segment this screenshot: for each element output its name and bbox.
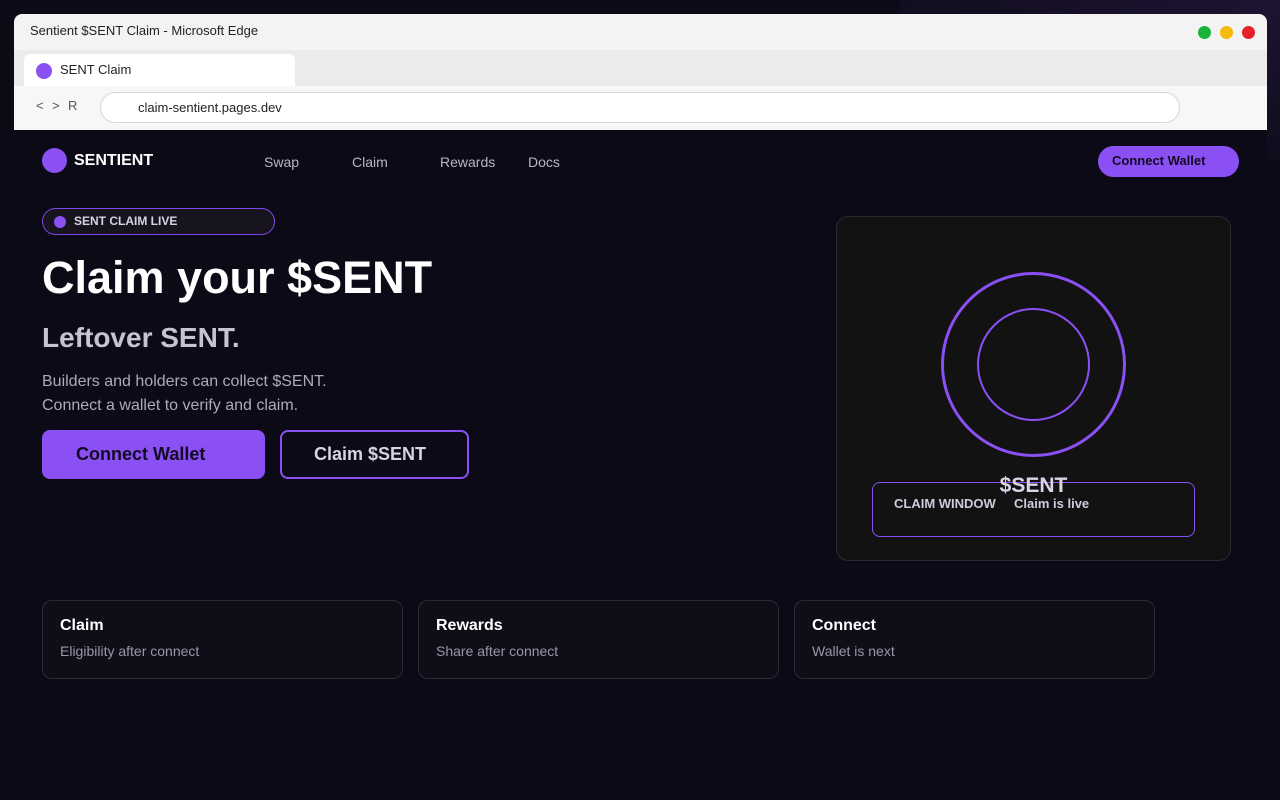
token-card: CLAIM WINDOW Claim is live $SENT xyxy=(836,216,1231,561)
feature-card-claim: Claim Eligibility after connect xyxy=(42,600,403,679)
nav-link-docs[interactable]: Docs xyxy=(528,154,560,170)
feature-card-connect: Connect Wallet is next xyxy=(794,600,1155,679)
forward-button[interactable]: > xyxy=(52,98,60,113)
feature-title: Connect xyxy=(812,617,876,634)
nav-link-rewards[interactable]: Rewards xyxy=(440,154,495,170)
page-subtitle: Leftover SENT. xyxy=(42,322,240,353)
hero-description-line-1: Builders and holders can collect $SENT. xyxy=(42,373,327,390)
browser-tab[interactable]: SENT Claim xyxy=(24,54,295,86)
tab-strip: SENT Claim xyxy=(14,50,1267,86)
claim-window-label: CLAIM WINDOW xyxy=(894,496,996,511)
status-badge: SENT CLAIM LIVE xyxy=(42,208,275,235)
logo-text: SENTIENT xyxy=(74,152,154,169)
logo-icon xyxy=(42,148,67,173)
nav-link-claim[interactable]: Claim xyxy=(352,154,388,170)
minimize-icon[interactable] xyxy=(1220,26,1233,39)
tab-label: SENT Claim xyxy=(60,62,132,77)
header-connect-wallet-button[interactable]: Connect Wallet xyxy=(1098,146,1239,177)
browser-toolbar: < > R claim-sentient.pages.dev xyxy=(14,86,1267,130)
favicon-icon xyxy=(36,63,52,79)
feature-description: Wallet is next xyxy=(812,643,895,659)
live-dot-icon xyxy=(54,216,66,228)
feature-title: Claim xyxy=(60,617,104,634)
claim-window-status: Claim is live xyxy=(1014,496,1090,511)
token-label: $SENT xyxy=(999,474,1068,497)
connect-wallet-button[interactable]: Connect Wallet xyxy=(42,430,265,479)
token-ring-inner-icon xyxy=(977,308,1090,421)
close-icon[interactable] xyxy=(1242,26,1255,39)
back-button[interactable]: < xyxy=(36,98,44,113)
title-bar: Sentient $SENT Claim - Microsoft Edge xyxy=(14,14,1267,50)
claim-sent-button[interactable]: Claim $SENT xyxy=(280,430,469,479)
hero-description-line-2: Connect a wallet to verify and claim. xyxy=(42,397,299,414)
reload-button[interactable]: R xyxy=(68,98,77,113)
url-text: claim-sentient.pages.dev xyxy=(138,100,282,115)
maximize-icon[interactable] xyxy=(1198,26,1211,39)
address-bar[interactable]: claim-sentient.pages.dev xyxy=(100,92,1180,123)
browser-window: Sentient $SENT Claim - Microsoft Edge SE… xyxy=(14,14,1267,800)
feature-description: Share after connect xyxy=(436,643,559,659)
feature-card-rewards: Rewards Share after connect xyxy=(418,600,779,679)
nav-link-swap[interactable]: Swap xyxy=(264,154,299,170)
feature-title: Rewards xyxy=(436,617,503,634)
page-title: Claim your $SENT xyxy=(42,252,433,303)
page-content: SENTIENT Swap Claim Rewards Docs Connect… xyxy=(14,130,1267,800)
feature-description: Eligibility after connect xyxy=(60,643,200,659)
window-title: Sentient $SENT Claim - Microsoft Edge xyxy=(30,23,259,38)
status-badge-label: SENT CLAIM LIVE xyxy=(74,214,178,228)
